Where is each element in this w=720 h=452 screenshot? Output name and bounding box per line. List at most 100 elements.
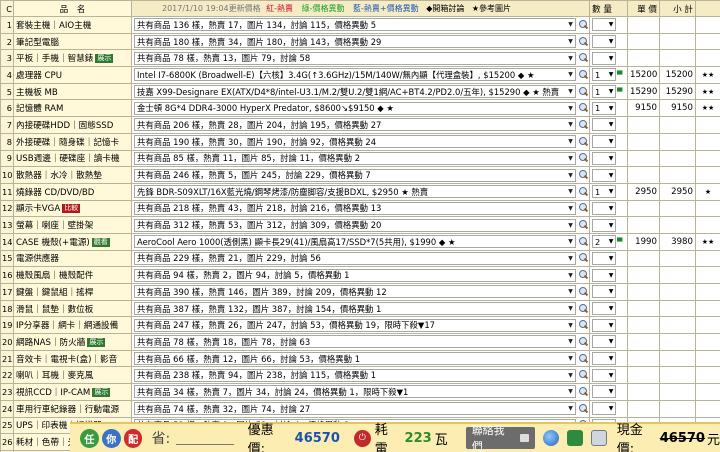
search-icon[interactable] xyxy=(578,119,588,130)
product-select[interactable]: 共有商品 190 樣，熱賣 30，圖片 190，討論 92，價格異動 24 ▼ xyxy=(134,135,576,149)
category-name[interactable]: 套裝主機｜AIO主機 xyxy=(16,21,91,31)
search-icon[interactable] xyxy=(578,353,588,364)
category-name[interactable]: 平板｜手機｜智慧錶 xyxy=(16,54,93,64)
category-name[interactable]: 主機板 MB xyxy=(16,88,58,98)
search-icon[interactable] xyxy=(578,270,588,280)
product-select[interactable]: 共有商品 78 樣，熱賣 18，圖片 78，討論 63 ▼ xyxy=(134,335,576,349)
qty-select[interactable]: ▼ xyxy=(592,118,616,132)
product-select[interactable]: 共有商品 34 樣，熱賣 7，圖片 34，討論 24，價格異動 1，限時下殺▼1… xyxy=(134,385,576,399)
qty-select[interactable]: ▼ xyxy=(592,251,616,265)
qty-select[interactable]: ▼ xyxy=(592,318,616,332)
qty-select[interactable]: ▼ xyxy=(592,201,616,215)
row-tag[interactable]: 展示 xyxy=(92,387,111,397)
category-name[interactable]: 筆記型電腦 xyxy=(16,38,59,48)
category-name[interactable]: 處理器 CPU xyxy=(16,71,62,81)
search-icon[interactable] xyxy=(578,36,588,47)
qty-select[interactable]: ▼ xyxy=(592,218,616,232)
search-icon[interactable] xyxy=(578,370,588,380)
excel-icon[interactable] xyxy=(567,430,583,446)
product-select[interactable]: 共有商品 229 樣，熱賣 21，圖片 229，討論 56 ▼ xyxy=(134,251,576,265)
category-name[interactable]: 車用行車紀錄器｜行動電源 xyxy=(16,405,119,415)
qty-select[interactable]: ▼ xyxy=(592,335,616,349)
qty-select[interactable]: 1 ▼ xyxy=(592,68,616,82)
product-select[interactable]: 共有商品 390 樣，熱賣 146，圖片 389，討論 209，價格異動 12 ▼ xyxy=(134,285,576,299)
product-select[interactable]: 金士頓 8G*4 DDR4-3000 HyperX Predator, $860… xyxy=(134,101,576,115)
row-tag[interactable]: 觀看 xyxy=(91,237,110,247)
category-name[interactable]: 內接硬碟HDD｜固態SSD xyxy=(16,121,113,131)
row-tag[interactable]: 展示 xyxy=(95,54,114,64)
category-name[interactable]: 滑鼠｜鼠墊｜數位板 xyxy=(16,305,93,315)
search-icon[interactable] xyxy=(578,386,588,397)
qty-select[interactable]: ▼ xyxy=(592,285,616,299)
search-icon[interactable] xyxy=(578,320,588,330)
category-name[interactable]: 顯示卡VGA xyxy=(16,204,60,214)
search-icon[interactable] xyxy=(578,220,588,230)
qty-select[interactable]: ▼ xyxy=(592,151,616,165)
category-name[interactable]: 機殼風扇｜機殼配件 xyxy=(16,271,93,281)
search-icon[interactable] xyxy=(578,286,588,297)
product-select[interactable]: 共有商品 74 樣，熱賣 32，圖片 74，討論 27 ▼ xyxy=(134,402,576,416)
category-name[interactable]: 音效卡｜電視卡(盒)｜影音 xyxy=(16,355,117,365)
qty-select[interactable]: 2 ▼ xyxy=(592,235,616,249)
category-name[interactable]: 鍵盤｜鍵鼠組｜搖桿 xyxy=(16,288,93,298)
product-select[interactable]: 先鋒 BDR-S09XLT/16X藍光燒/鋼琴烤漆/防塵脚容/支援BDXL, $… xyxy=(134,185,576,199)
product-select[interactable]: 共有商品 312 樣，熱賣 53，圖片 312，討論 309，價格異動 20 ▼ xyxy=(134,218,576,232)
qty-select[interactable]: 1 ▼ xyxy=(592,85,616,99)
search-icon[interactable] xyxy=(578,170,588,180)
quote-icon[interactable]: ▀ xyxy=(617,88,622,96)
category-name[interactable]: 電源供應器 xyxy=(16,254,59,264)
category-name[interactable]: CASE 機殼(+電源) xyxy=(16,238,90,248)
product-select[interactable]: 共有商品 85 樣，熱賣 11，圖片 85，討論 11，價格異動 2 ▼ xyxy=(134,151,576,165)
category-name[interactable]: 視訊CCD｜IP-CAM xyxy=(16,388,90,398)
search-icon[interactable] xyxy=(578,136,588,147)
quote-icon[interactable]: ▀ xyxy=(617,71,622,79)
globe-icon[interactable] xyxy=(543,430,560,446)
qty-select[interactable]: ▼ xyxy=(592,168,616,182)
qty-select[interactable]: ▼ xyxy=(592,51,616,65)
qty-select[interactable]: ▼ xyxy=(592,368,616,382)
row-tag[interactable]: 展示 xyxy=(87,337,106,347)
search-icon[interactable] xyxy=(578,53,588,63)
search-icon[interactable] xyxy=(578,203,588,213)
search-icon[interactable] xyxy=(578,303,588,314)
qty-select[interactable]: ▼ xyxy=(592,302,616,316)
product-select[interactable]: AeroCool Aero 1000(透側黑) 顯卡長29(41)/風扇高17/… xyxy=(134,235,576,249)
search-icon[interactable] xyxy=(578,403,588,414)
ni-button[interactable]: 你 xyxy=(101,428,121,448)
search-icon[interactable] xyxy=(578,186,588,197)
category-name[interactable]: 散熱器｜水冷｜散熱墊 xyxy=(16,171,102,181)
search-icon[interactable] xyxy=(578,336,588,347)
product-select[interactable]: 共有商品 206 樣，熱賣 28，圖片 204，討論 195，價格異動 27 ▼ xyxy=(134,118,576,132)
product-select[interactable]: 共有商品 218 樣，熱賣 43，圖片 218，討論 216，價格異動 13 ▼ xyxy=(134,201,576,215)
category-name[interactable]: 網路NAS｜防火牆 xyxy=(16,338,85,348)
category-name[interactable]: 外接硬碟｜隨身碟｜記憶卡 xyxy=(16,138,119,148)
search-icon[interactable] xyxy=(578,19,588,30)
search-icon[interactable] xyxy=(578,253,588,263)
category-name[interactable]: 記憶體 RAM xyxy=(16,104,63,114)
row-tag[interactable]: 比較 xyxy=(62,204,81,214)
product-select[interactable]: 共有商品 78 樣，熱賣 13，圖片 79，討論 58 ▼ xyxy=(134,51,576,65)
print-icon[interactable] xyxy=(590,430,607,446)
qty-select[interactable]: 1 ▼ xyxy=(592,101,616,115)
province-field[interactable] xyxy=(176,431,234,445)
product-select[interactable]: 共有商品 66 樣，熱賣 12，圖片 66，討論 53，價格異動 1 ▼ xyxy=(134,352,576,366)
product-select[interactable]: 共有商品 247 樣，熱賣 26，圖片 247，討論 53，價格異動 19，限時… xyxy=(134,318,576,332)
contact-button[interactable]: 聯絡我們 xyxy=(465,424,536,452)
product-select[interactable]: 共有商品 246 樣，熱賣 5，圖片 245，討論 229，價格異動 7 ▼ xyxy=(134,168,576,182)
search-icon[interactable] xyxy=(578,103,588,113)
search-icon[interactable] xyxy=(578,153,588,163)
qty-select[interactable]: ▼ xyxy=(592,18,616,32)
qty-select[interactable]: 1 ▼ xyxy=(592,185,616,199)
search-icon[interactable] xyxy=(578,86,588,97)
category-name[interactable]: 燒錄器 CD/DVD/BD xyxy=(16,188,94,198)
qty-select[interactable]: ▼ xyxy=(592,352,616,366)
qty-select[interactable]: ▼ xyxy=(592,135,616,149)
pei-button[interactable]: 配 xyxy=(123,428,143,448)
category-name[interactable]: 螢幕｜喇座｜壁掛架 xyxy=(16,221,93,231)
category-name[interactable]: USB週邊｜硬碟座｜讀卡機 xyxy=(16,154,120,164)
search-icon[interactable] xyxy=(578,69,588,80)
product-select[interactable]: 共有商品 238 樣，熱賣 94，圖片 238，討論 115，價格異動 1 ▼ xyxy=(134,368,576,382)
product-select[interactable]: 共有商品 136 樣，熱賣 17，圖片 134，討論 115，價格異動 5 ▼ xyxy=(134,18,576,32)
qty-select[interactable]: ▼ xyxy=(592,385,616,399)
category-name[interactable]: IP分享器｜網卡｜網通設備 xyxy=(16,321,118,331)
